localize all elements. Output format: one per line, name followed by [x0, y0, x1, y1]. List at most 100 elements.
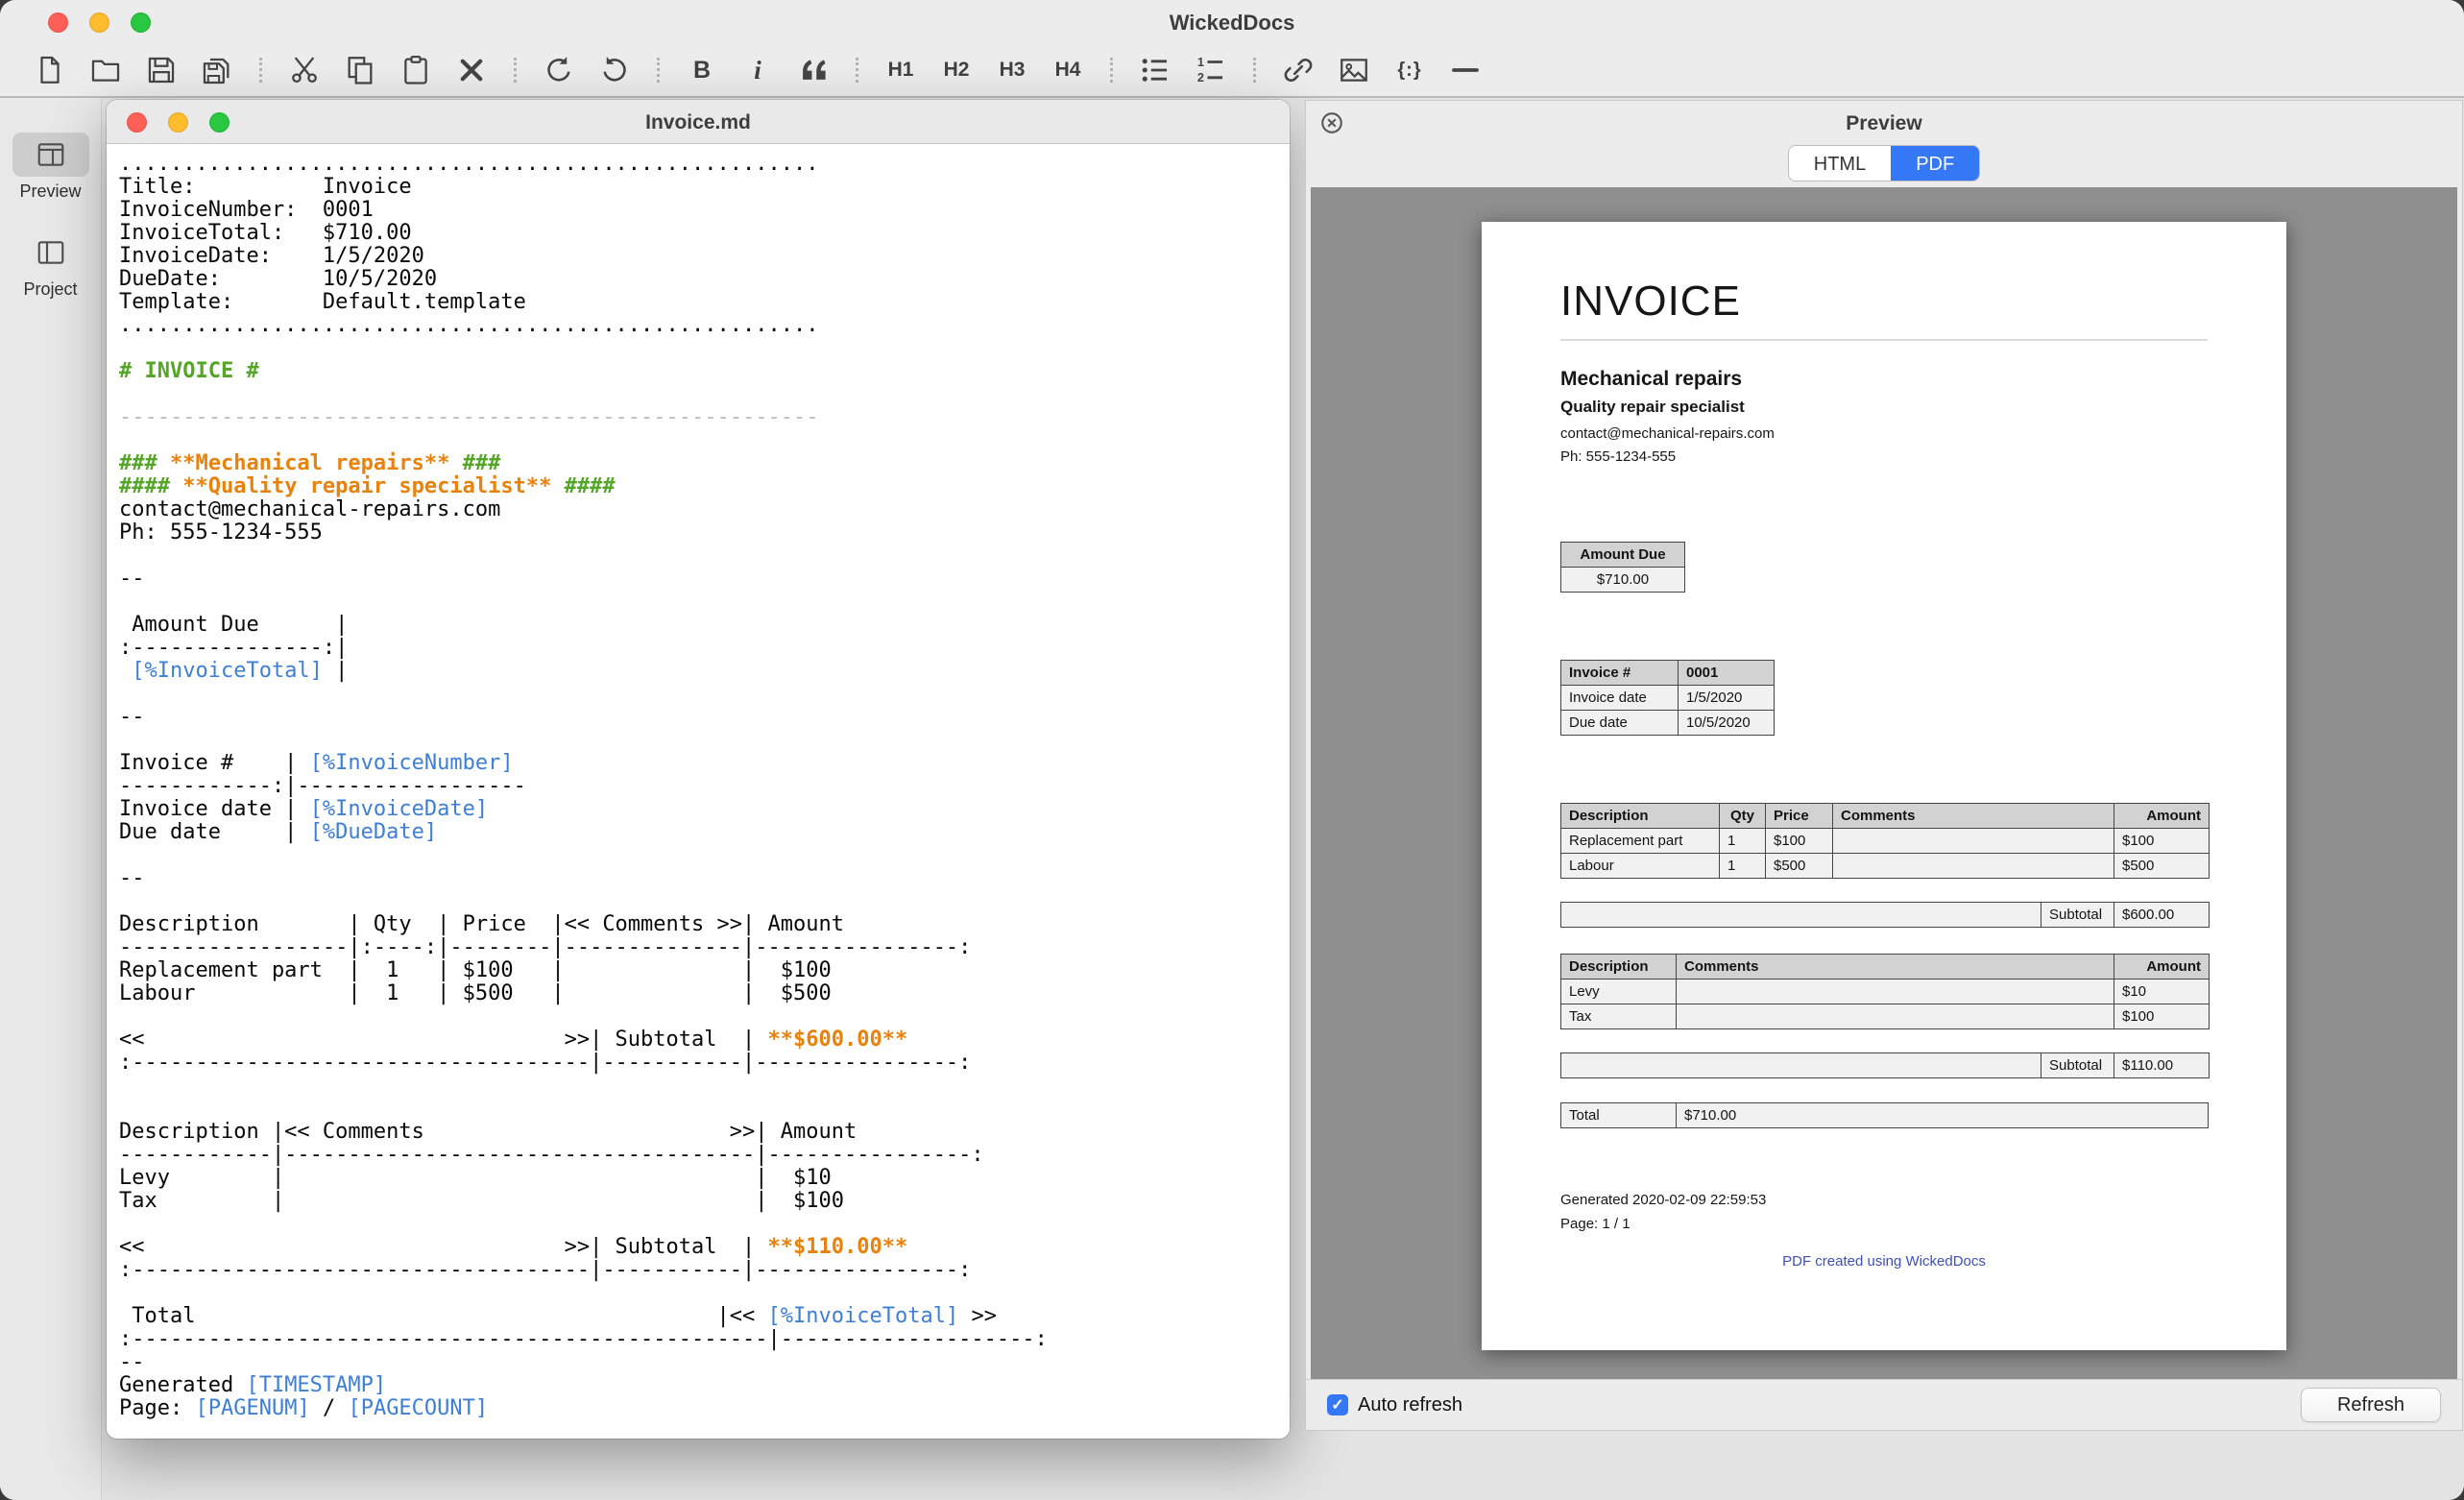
numbered-list-button[interactable]	[1190, 51, 1232, 89]
open-document-button[interactable]	[85, 51, 127, 89]
extras-subtotal-bar: Subtotal $110.00	[1560, 1052, 2210, 1078]
redo-button[interactable]	[593, 51, 636, 89]
sidebar-item-preview[interactable]: Preview	[0, 133, 101, 202]
editor-line: InvoiceTotal: $710.00	[119, 222, 1290, 245]
pdf-page-line: Page: 1 / 1	[1560, 1216, 2208, 1232]
horizontal-rule-icon	[1449, 54, 1482, 86]
invoice-meta-table: Invoice #0001Invoice date1/5/2020Due dat…	[1560, 660, 1775, 736]
image-button[interactable]	[1333, 51, 1375, 89]
amount-due-value: $710.00	[1561, 568, 1685, 593]
heading-4-button[interactable]: H4	[1047, 51, 1089, 89]
table-cell: $500	[1766, 854, 1833, 879]
meta-row: Invoice #0001	[1561, 661, 1775, 686]
editor-line: Total |<< [%InvoiceTotal] >>	[119, 1305, 1290, 1328]
table-cell: Replacement part	[1561, 829, 1720, 854]
column-header: Description	[1561, 804, 1720, 829]
heading-2-button[interactable]: H2	[935, 51, 978, 89]
blockquote-button[interactable]	[792, 51, 834, 89]
editor-line: :------------------------------------|--…	[119, 1259, 1290, 1282]
checkmark-icon: ✓	[1331, 1395, 1343, 1415]
table-cell: Labour	[1561, 854, 1720, 879]
save-icon	[145, 54, 178, 86]
preview-bottom-bar: ✓ Auto refresh Refresh	[1306, 1379, 2462, 1430]
amount-due-header: Amount Due	[1561, 543, 1685, 568]
editor-line: Ph: 555-1234-555	[119, 521, 1290, 544]
column-header: Price	[1766, 804, 1833, 829]
editor-line	[119, 383, 1290, 406]
editor-close-button[interactable]	[127, 112, 147, 133]
save-all-button[interactable]	[196, 51, 238, 89]
toolbar-separator	[514, 58, 517, 83]
cut-button[interactable]	[283, 51, 326, 89]
auto-refresh-checkbox[interactable]: ✓	[1327, 1394, 1348, 1415]
subtotal-label: Subtotal	[2041, 903, 2114, 928]
editor-line: << >>| Subtotal | **$110.00**	[119, 1236, 1290, 1259]
column-header: Amount	[2114, 955, 2210, 980]
undo-button[interactable]	[538, 51, 580, 89]
editor-line	[119, 683, 1290, 706]
link-icon	[1282, 54, 1315, 86]
table-cell: $500	[2114, 854, 2210, 879]
app-titlebar[interactable]: WickedDocs	[0, 0, 2464, 44]
heading-3-button[interactable]: H3	[991, 51, 1033, 89]
delete-button[interactable]	[450, 51, 493, 89]
code-block-button[interactable]: {:}	[1389, 51, 1431, 89]
editor-line: Description |<< Comments >>| Amount	[119, 1121, 1290, 1144]
editor-line	[119, 1282, 1290, 1305]
editor-line	[119, 429, 1290, 452]
editor-line: DueDate: 10/5/2020	[119, 268, 1290, 291]
table-cell: Tax	[1561, 1004, 1677, 1029]
editor-minimize-button[interactable]	[168, 112, 188, 133]
tab-html[interactable]: HTML	[1789, 146, 1891, 181]
editor-text[interactable]: ........................................…	[107, 145, 1290, 1439]
italic-button[interactable]: i	[737, 51, 779, 89]
table-row: $710.00	[1561, 568, 1685, 593]
editor-zoom-button[interactable]	[209, 112, 229, 133]
editor-line: Invoice # | [%InvoiceNumber]	[119, 752, 1290, 775]
refresh-button[interactable]: Refresh	[2301, 1388, 2441, 1422]
extras-table: DescriptionCommentsAmountLevy$10Tax$100	[1560, 954, 2210, 1029]
pdf-heading-rule	[1560, 339, 2208, 341]
toolbar: Bi H1 H2 H3 H4 {:}	[0, 44, 2464, 98]
close-preview-icon[interactable]	[1319, 110, 1344, 135]
editor-line: --	[119, 1351, 1290, 1374]
items-subtotal-bar: Subtotal $600.00	[1560, 902, 2210, 928]
paste-button[interactable]	[395, 51, 437, 89]
copy-button[interactable]	[339, 51, 381, 89]
subtotal-value: $110.00	[2114, 1053, 2210, 1078]
heading-1-button[interactable]: H1	[880, 51, 922, 89]
editor-line	[119, 1005, 1290, 1028]
table-row: Replacement part1$100$100	[1561, 829, 2210, 854]
sidebar-item-project[interactable]: Project	[0, 230, 101, 300]
editor-line: :---------------:|	[119, 637, 1290, 660]
pdf-footer-link[interactable]: PDF created using WickedDocs	[1560, 1253, 2208, 1270]
preview-header[interactable]: Preview	[1306, 101, 2462, 145]
link-button[interactable]	[1277, 51, 1319, 89]
meta-value: 1/5/2020	[1679, 686, 1775, 711]
editor-titlebar[interactable]: Invoice.md	[107, 100, 1290, 144]
editor-line: Due date | [%DueDate]	[119, 821, 1290, 844]
workspace: Preview Project Invoice.md ..............…	[0, 98, 2464, 1500]
pdf-viewport[interactable]: INVOICE Mechanical repairs Quality repai…	[1311, 187, 2457, 1379]
redo-icon	[598, 54, 631, 86]
meta-value: 0001	[1679, 661, 1775, 686]
editor-window-title: Invoice.md	[107, 100, 1290, 146]
editor-line: Generated [TIMESTAMP]	[119, 1374, 1290, 1397]
horizontal-rule-button[interactable]	[1444, 51, 1486, 89]
toolbar-separator	[657, 58, 660, 83]
save-button[interactable]	[140, 51, 182, 89]
table-row: Subtotal $110.00	[1561, 1053, 2210, 1078]
new-document-button[interactable]	[29, 51, 71, 89]
editor-line	[119, 729, 1290, 752]
meta-label: Invoice date	[1561, 686, 1679, 711]
numbered-list-icon	[1195, 54, 1227, 86]
editor-line: Template: Default.template	[119, 291, 1290, 314]
bold-button[interactable]: B	[681, 51, 723, 89]
table-cell: Levy	[1561, 980, 1677, 1004]
bullet-list-button[interactable]	[1134, 51, 1176, 89]
table-row: Levy$10	[1561, 980, 2210, 1004]
pdf-company-name: Mechanical repairs	[1560, 368, 2208, 391]
tab-pdf[interactable]: PDF	[1891, 146, 1979, 181]
editor-line: ------------|---------------------------…	[119, 1144, 1290, 1167]
meta-row: Invoice date1/5/2020	[1561, 686, 1775, 711]
